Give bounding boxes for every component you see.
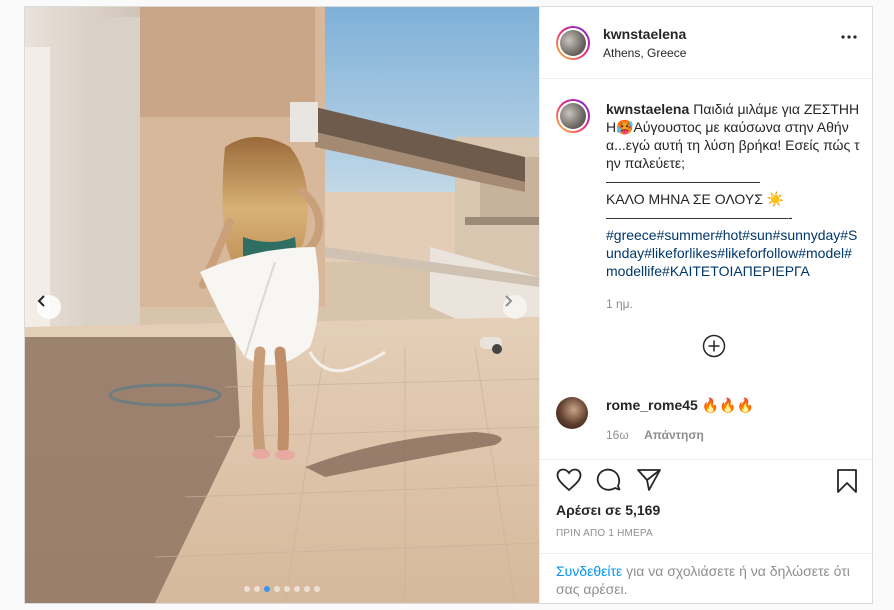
commenter-avatar[interactable] (556, 397, 588, 429)
post-card: kwnstaelena Athens, Greece kwnstaelena Πα… (24, 6, 873, 604)
plus-circle-icon[interactable] (702, 334, 726, 358)
comment-time[interactable]: 16ω (606, 428, 629, 442)
reply-button[interactable]: Απάντηση (644, 428, 704, 442)
caption-username[interactable]: kwnstaelena (606, 101, 689, 117)
comment-body: 🔥🔥🔥 (701, 397, 755, 413)
post-date[interactable]: ΠΡΙΝ ΑΠΟ 1 ΗΜΕΡΑ (556, 528, 653, 539)
carousel-dot (314, 586, 320, 592)
carousel-dot (294, 586, 300, 592)
author-avatar[interactable] (556, 26, 590, 60)
post-header: kwnstaelena Athens, Greece (540, 7, 873, 79)
heart-icon[interactable] (556, 468, 582, 492)
comment-icon[interactable] (596, 468, 622, 492)
caption-avatar[interactable] (556, 99, 590, 133)
comments-section: kwnstaelena Παιδιά μιλάμε για ΖΕΣΤΗΗΗ🥵Αύγ… (540, 79, 873, 459)
post-actions: Αρέσει σε 5,169 ΠΡΙΝ ΑΠΟ 1 ΗΜΕΡΑ Συνδεθε… (540, 459, 873, 603)
caption-greeting: ΚΑΛΟ ΜΗΝΑ ΣΕ ΟΛΟΥΣ ☀️ (606, 191, 785, 207)
carousel-dot (254, 586, 260, 592)
caption-time[interactable]: 1 ημ. (606, 297, 633, 311)
share-icon[interactable] (636, 468, 662, 492)
carousel-dot (304, 586, 310, 592)
comment: rome_rome45 🔥🔥🔥 (606, 397, 754, 414)
chevron-left-icon (37, 295, 45, 307)
previous-photo-button[interactable] (37, 295, 61, 319)
caption-divider-2: —————————————- (606, 209, 793, 225)
more-options-icon[interactable] (841, 35, 857, 39)
caption-divider-1: ——————————— (606, 173, 760, 189)
author-username[interactable]: kwnstaelena (603, 26, 686, 42)
caption-hashtags[interactable]: #greece#summer#hot#sun#sunnyday#Sunday#l… (606, 226, 862, 280)
carousel-dot (264, 586, 270, 592)
comment-meta: 16ω Απάντηση (606, 428, 716, 442)
carousel-dot (274, 586, 280, 592)
like-count[interactable]: Αρέσει σε 5,169 (556, 502, 660, 518)
chevron-right-icon (505, 295, 513, 307)
photo-scene (25, 7, 539, 603)
post-sidebar: kwnstaelena Athens, Greece kwnstaelena Πα… (539, 7, 873, 603)
commenter-username[interactable]: rome_rome45 (606, 397, 698, 413)
login-link[interactable]: Συνδεθείτε (556, 563, 622, 579)
carousel-dot (284, 586, 290, 592)
carousel-indicator (25, 586, 539, 592)
next-photo-button[interactable] (503, 295, 527, 319)
login-prompt: Συνδεθείτε για να σχολιάσετε ή να δηλώσε… (540, 553, 873, 604)
post-photo[interactable] (25, 7, 539, 603)
post-location[interactable]: Athens, Greece (603, 46, 686, 60)
bookmark-icon[interactable] (836, 468, 858, 494)
carousel-dot (244, 586, 250, 592)
post-caption: kwnstaelena Παιδιά μιλάμε για ΖΕΣΤΗΗΗ🥵Αύγ… (606, 100, 862, 280)
